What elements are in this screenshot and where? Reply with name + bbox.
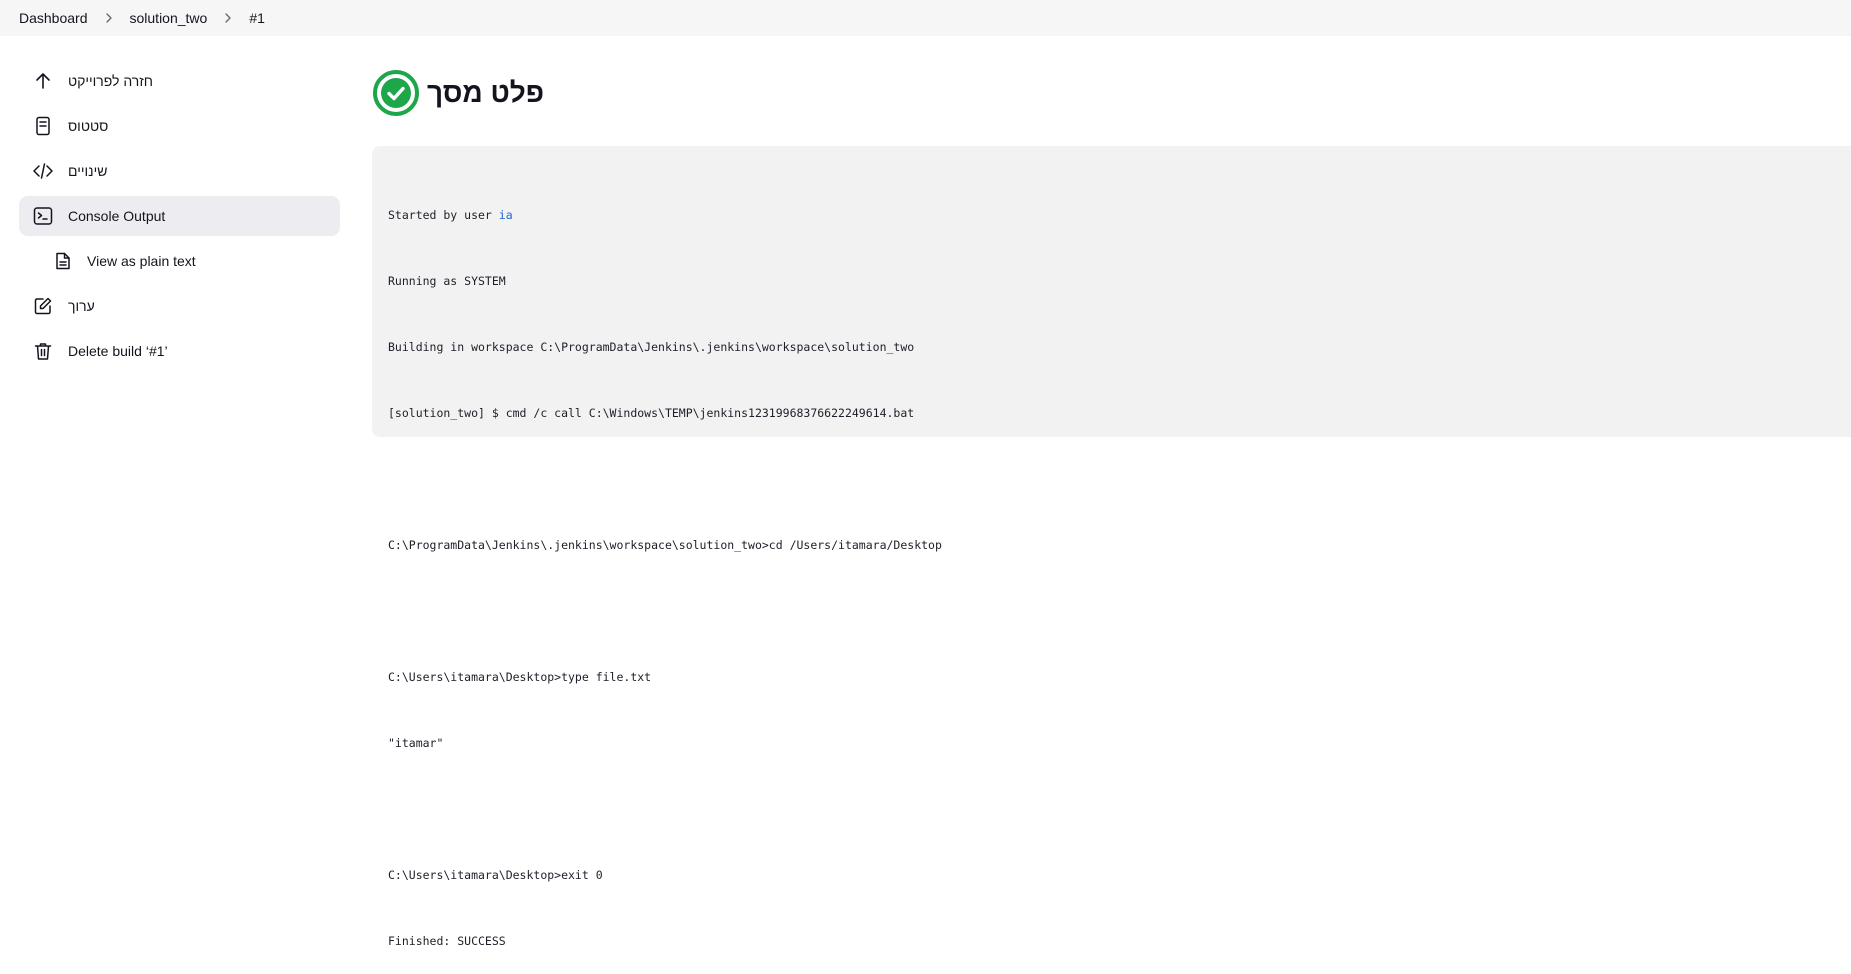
document-icon — [32, 115, 54, 137]
sidebar-item-label: סטטוס — [68, 118, 109, 134]
sidebar-item-changes[interactable]: שינויים — [19, 151, 340, 191]
console-started-prefix: Started by user — [388, 208, 499, 222]
arrow-up-icon — [32, 70, 54, 92]
console-line: C:\Users\itamara\Desktop>exit 0 — [388, 868, 603, 882]
breadcrumb-dashboard[interactable]: Dashboard — [19, 10, 88, 26]
console-line: [solution_two] $ cmd /c call C:\Windows\… — [388, 406, 915, 420]
console-line: Building in workspace C:\ProgramData\Jen… — [388, 340, 915, 354]
breadcrumb-build[interactable]: #1 — [249, 10, 265, 26]
sidebar-item-label: ערוך — [68, 298, 95, 314]
sidebar-item-label: Delete build ‘#1’ — [68, 343, 168, 359]
sidebar-item-status[interactable]: סטטוס — [19, 106, 340, 146]
console-line: Started by user ia — [388, 204, 1835, 226]
console-line: "itamar" — [388, 736, 444, 750]
sidebar-item-delete-build[interactable]: Delete build ‘#1’ — [19, 331, 340, 371]
console-output: Started by user ia Running as SYSTEM Bui… — [372, 146, 1851, 948]
breadcrumb-project[interactable]: solution_two — [130, 10, 208, 26]
page-header: פלט מסך — [372, 69, 544, 117]
sidebar-item-label: Console Output — [68, 208, 166, 224]
edit-icon — [32, 295, 54, 317]
breadcrumb: Dashboard solution_two #1 — [0, 0, 1851, 36]
file-icon — [52, 250, 74, 272]
console-line: Finished: SUCCESS — [388, 934, 506, 948]
sidebar-item-view-plain-text[interactable]: View as plain text — [19, 241, 340, 281]
page-title: פלט מסך — [427, 77, 545, 108]
chevron-right-icon — [103, 12, 115, 24]
terminal-icon — [32, 205, 54, 227]
sidebar-item-label: חזרה לפרוייקט — [68, 73, 154, 89]
code-icon — [32, 160, 54, 182]
console-line: Running as SYSTEM — [388, 274, 506, 288]
sidebar-item-edit[interactable]: ערוך — [19, 286, 340, 326]
success-check-icon — [372, 69, 420, 117]
sidebar-item-label: View as plain text — [87, 253, 196, 269]
console-line: C:\Users\itamara\Desktop>type file.txt — [388, 670, 652, 684]
console-line: C:\ProgramData\Jenkins\.jenkins\workspac… — [388, 538, 942, 552]
sidebar-item-label: שינויים — [68, 163, 108, 179]
sidebar-item-console-output[interactable]: Console Output — [19, 196, 340, 236]
user-link[interactable]: ia — [499, 208, 513, 222]
chevron-right-icon — [222, 12, 234, 24]
sidebar: חזרה לפרוייקט סטטוס שינויים Console Outp… — [19, 61, 340, 376]
trash-icon — [32, 340, 54, 362]
sidebar-item-back-to-project[interactable]: חזרה לפרוייקט — [19, 61, 340, 101]
